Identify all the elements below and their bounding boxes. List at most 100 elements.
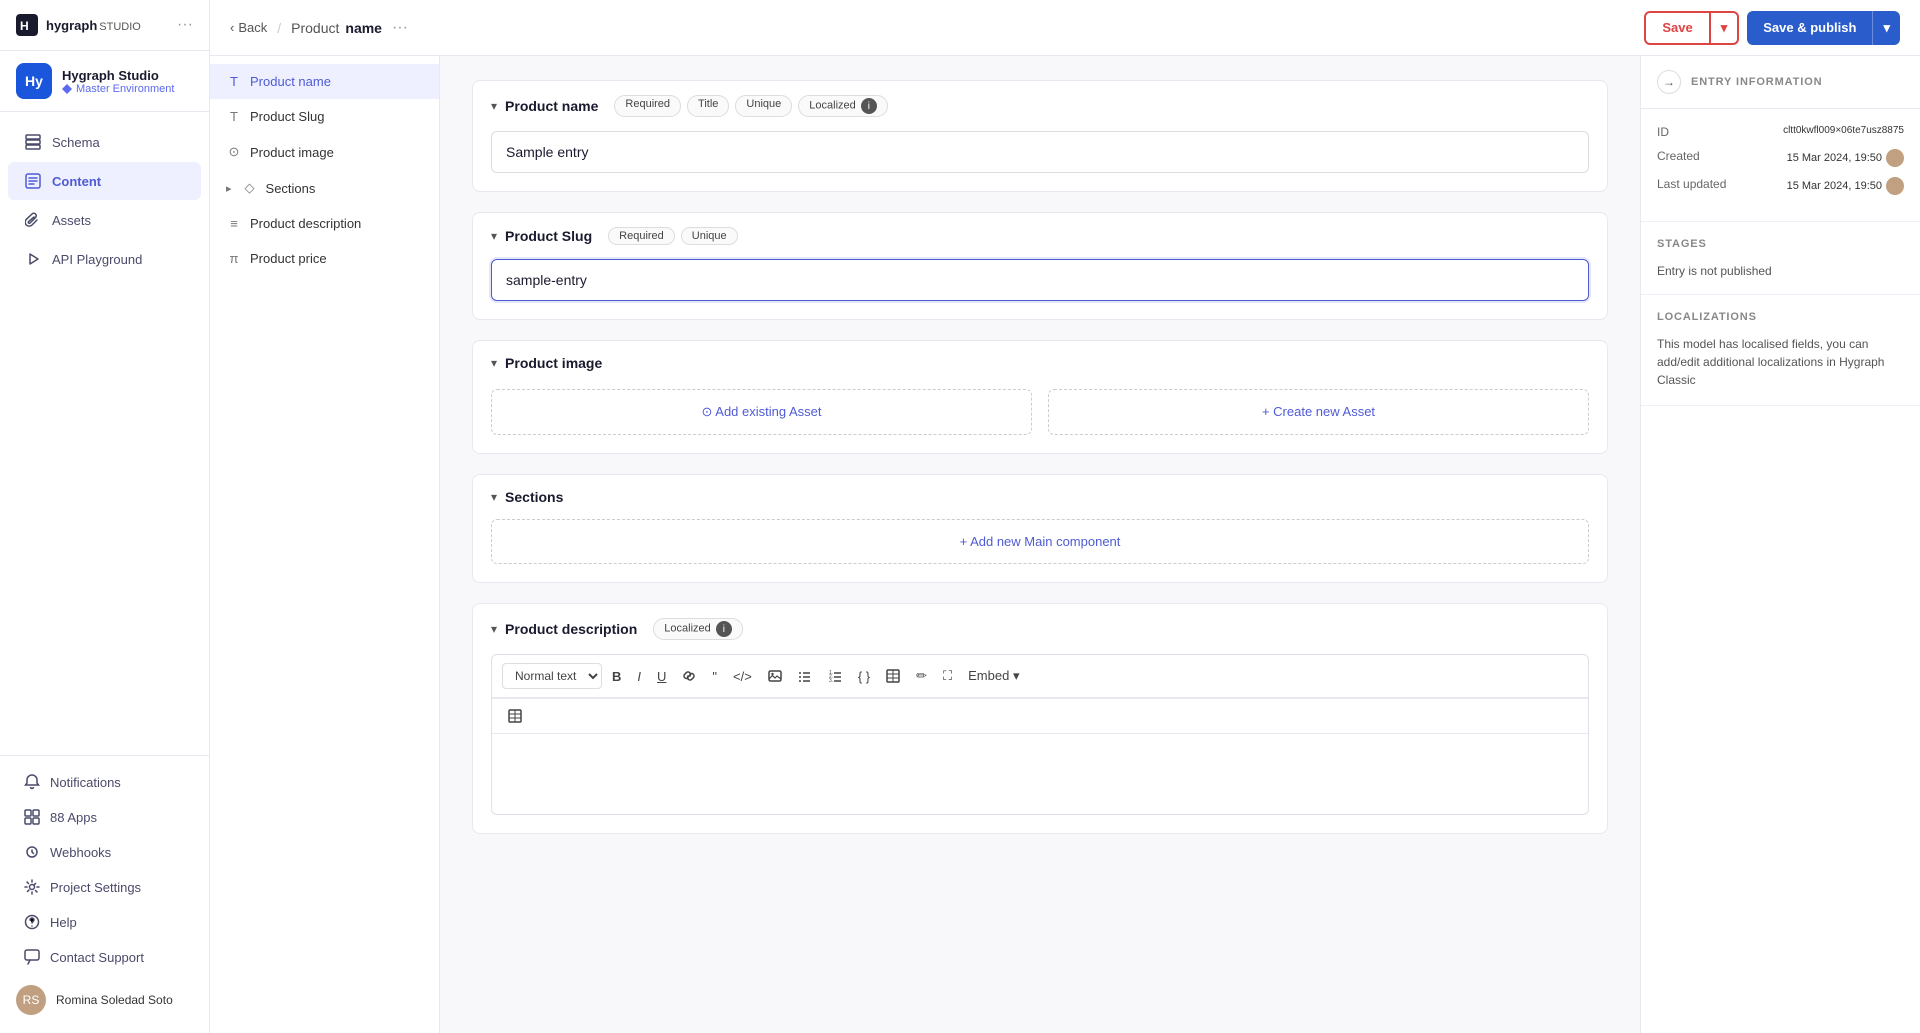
bottom-user-profile[interactable]: RS Romina Soledad Soto	[0, 975, 209, 1025]
embed-button[interactable]: Embed ▾	[962, 664, 1025, 688]
save-dropdown-arrow[interactable]: ▾	[1709, 13, 1738, 43]
add-component-button[interactable]: + Add new Main component	[491, 519, 1589, 564]
diamond-icon: ◇	[242, 180, 258, 196]
back-button[interactable]: ‹ Back	[230, 20, 267, 35]
product-image-header[interactable]: ▾ Product image	[473, 341, 1607, 385]
bullet-list-button[interactable]	[792, 665, 818, 687]
user-studio-name: Hygraph Studio	[62, 68, 174, 83]
publish-dropdown-arrow[interactable]: ▾	[1872, 11, 1900, 45]
info-panel-toggle: → ENTRY INFORMATION	[1641, 56, 1920, 109]
rich-text-toolbar: Normal text B I U " </>	[492, 655, 1588, 698]
badge-localized: Localized i	[653, 618, 743, 640]
product-name-input[interactable]	[491, 131, 1589, 173]
panel-collapse-arrow[interactable]: →	[1657, 70, 1681, 94]
underline-button[interactable]: U	[651, 665, 672, 688]
grid-icon	[24, 809, 40, 825]
table-button[interactable]	[880, 665, 906, 687]
info-panel: → ENTRY INFORMATION ID cltt0kwfl009×06te…	[1640, 56, 1920, 1033]
text-style-select[interactable]: Normal text	[502, 663, 602, 689]
breadcrumb-name: name	[345, 20, 382, 36]
sidebar-item-help[interactable]: Help	[8, 905, 201, 939]
save-publish-label[interactable]: Save & publish	[1747, 11, 1872, 44]
layers-icon	[24, 133, 42, 151]
created-value: 15 Mar 2024, 19:50	[1787, 149, 1904, 167]
italic-button[interactable]: I	[631, 665, 647, 688]
save-publish-button[interactable]: Save & publish ▾	[1747, 11, 1900, 45]
sidebar-item-label: Help	[50, 915, 77, 930]
sidebar-item-schema[interactable]: Schema	[8, 123, 201, 161]
sidebar-item-apps[interactable]: 88 Apps	[8, 800, 201, 834]
save-button-label[interactable]: Save	[1646, 13, 1708, 42]
sidebar-item-webhooks[interactable]: Webhooks	[8, 835, 201, 869]
product-name-header[interactable]: ▾ Product name Required Title Unique Loc…	[473, 81, 1607, 131]
hygraph-logo-icon: H	[16, 14, 38, 36]
content-area: T Product name T Product Slug ⊙ Product …	[210, 56, 1920, 1033]
info-icon: i	[861, 98, 877, 114]
entry-info-title: ENTRY INFORMATION	[1691, 76, 1822, 88]
sidebar-item-api[interactable]: API Playground	[8, 240, 201, 278]
badge-localized: Localized i	[798, 95, 888, 117]
field-item-product-slug[interactable]: T Product Slug	[210, 99, 439, 134]
table-button-2[interactable]	[502, 705, 528, 727]
link-button[interactable]	[676, 665, 702, 687]
sidebar-item-assets[interactable]: Assets	[8, 201, 201, 239]
sections-title: Sections	[505, 489, 563, 505]
localizations-value: This model has localised fields, you can…	[1657, 337, 1884, 387]
pencil-button[interactable]: ✏	[910, 664, 933, 688]
topbar-menu-dots[interactable]: ···	[392, 19, 408, 37]
form-area: ▾ Product name Required Title Unique Loc…	[440, 56, 1640, 1033]
field-item-sections[interactable]: ▸ ◇ Sections	[210, 170, 439, 206]
expand-icon: ▸	[226, 182, 232, 195]
product-slug-input[interactable]	[491, 259, 1589, 301]
quote-button[interactable]: "	[706, 665, 723, 688]
sidebar-item-contact[interactable]: Contact Support	[8, 940, 201, 974]
field-item-product-image[interactable]: ⊙ Product image	[210, 134, 439, 170]
bold-button[interactable]: B	[606, 665, 627, 688]
field-label: Product image	[250, 145, 334, 160]
breadcrumb-product: Product	[291, 20, 339, 36]
stages-section: STAGES Entry is not published	[1641, 222, 1920, 295]
rich-text-editor[interactable]	[492, 734, 1588, 814]
topbar-actions: Save ▾ Save & publish ▾	[1644, 11, 1900, 45]
image-button[interactable]	[762, 665, 788, 687]
stages-title: STAGES	[1657, 238, 1904, 250]
localizations-section: LOCALIZATIONS This model has localised f…	[1641, 295, 1920, 406]
save-button[interactable]: Save ▾	[1644, 11, 1739, 45]
entry-info-section: ID cltt0kwfl009×06te7usz8875 Created 15 …	[1641, 109, 1920, 222]
webhooks-icon	[24, 844, 40, 860]
logo-area: H hygraphSTUDIO ···	[0, 0, 209, 51]
info-icon: i	[716, 621, 732, 637]
avatar: Hy	[16, 63, 52, 99]
sidebar-item-label: 88 Apps	[50, 810, 97, 825]
sidebar-item-label: Contact Support	[50, 950, 144, 965]
play-icon	[24, 250, 42, 268]
field-item-product-description[interactable]: ≡ Product description	[210, 206, 439, 241]
badge-title: Title	[687, 95, 729, 117]
app-menu-dots[interactable]: ···	[177, 16, 193, 34]
product-slug-header[interactable]: ▾ Product Slug Required Unique	[473, 213, 1607, 259]
field-label: Product price	[250, 251, 327, 266]
code-button[interactable]: </>	[727, 665, 758, 688]
user-avatar-small: RS	[16, 985, 46, 1015]
product-slug-section: ▾ Product Slug Required Unique	[472, 212, 1608, 320]
sidebar-item-content[interactable]: Content	[8, 162, 201, 200]
add-existing-asset-button[interactable]: ⊙ Add existing Asset	[491, 389, 1032, 435]
sidebar-item-project-settings[interactable]: Project Settings	[8, 870, 201, 904]
ordered-list-button[interactable]: 1.2.3.	[822, 665, 848, 687]
field-item-product-name[interactable]: T Product name	[210, 64, 439, 99]
bell-icon	[24, 774, 40, 790]
sidebar-item-notifications[interactable]: Notifications	[8, 765, 201, 799]
field-item-product-price[interactable]: π Product price	[210, 241, 439, 276]
field-badges: Required Unique	[608, 227, 738, 245]
created-avatar	[1886, 149, 1904, 167]
main-area: ‹ Back / Product name ··· Save ▾ Save & …	[210, 0, 1920, 1033]
create-new-asset-button[interactable]: + Create new Asset	[1048, 389, 1589, 435]
product-description-header[interactable]: ▾ Product description Localized i	[473, 604, 1607, 654]
sidebar-item-label: Project Settings	[50, 880, 141, 895]
pi-icon: π	[226, 251, 242, 266]
block-button[interactable]: { }	[852, 665, 876, 688]
fullscreen-button[interactable]: ⛶	[937, 664, 958, 688]
sections-header[interactable]: ▾ Sections	[473, 475, 1607, 519]
app-name: hygraphSTUDIO	[46, 17, 141, 33]
env-icon	[62, 84, 72, 94]
